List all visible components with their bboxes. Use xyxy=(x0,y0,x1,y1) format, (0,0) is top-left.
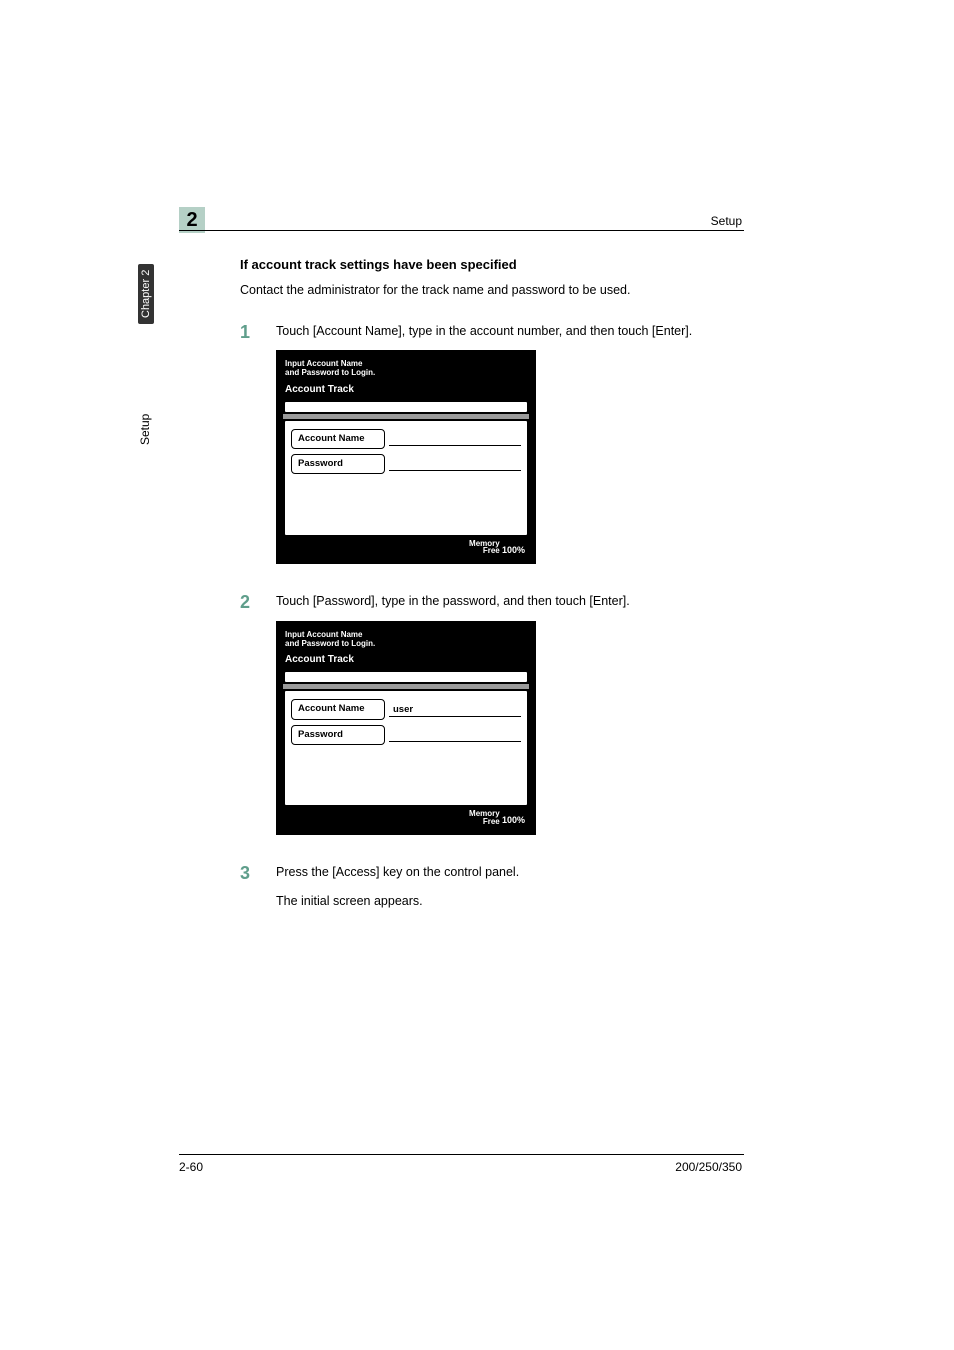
sidebar-setup-label: Setup xyxy=(138,414,152,445)
screen-divider xyxy=(283,414,529,419)
step-text: Touch [Password], type in the password, … xyxy=(276,592,742,611)
section-title: If account track settings have been spec… xyxy=(240,257,742,272)
screen-top-field xyxy=(283,670,529,684)
account-track-screen-2: Input Account Name and Password to Login… xyxy=(276,621,536,835)
sidebar-setup: Setup xyxy=(138,414,152,445)
screen-body: Account Name Password xyxy=(283,419,529,537)
password-button[interactable]: Password xyxy=(291,454,385,474)
screen-header-line2: and Password to Login. xyxy=(285,639,527,648)
screen-footer: Memory Free 100% xyxy=(283,807,529,828)
memory-percent: 100% xyxy=(502,545,525,555)
step-number: 3 xyxy=(240,863,276,921)
screen-footer: Memory Free 100% xyxy=(283,537,529,558)
screen-instruction: Input Account Name and Password to Login… xyxy=(283,628,529,652)
footer-rule xyxy=(179,1154,744,1155)
main-content: If account track settings have been spec… xyxy=(240,257,742,921)
screen-instruction: Input Account Name and Password to Login… xyxy=(283,357,529,381)
password-value xyxy=(389,457,521,471)
screen-title: Account Track xyxy=(283,382,529,400)
header-rule xyxy=(179,230,744,231)
step-2: 2 Touch [Password], type in the password… xyxy=(240,592,742,857)
step-number: 1 xyxy=(240,322,276,587)
sidebar-chapter: Chapter 2 xyxy=(138,264,154,330)
password-value xyxy=(389,728,521,742)
account-name-value: user xyxy=(389,703,521,717)
step-after-text: The initial screen appears. xyxy=(276,892,742,911)
account-name-value xyxy=(389,432,521,446)
step-text: Press the [Access] key on the control pa… xyxy=(276,863,742,882)
step-number: 2 xyxy=(240,592,276,857)
screen-body: Account Name user Password xyxy=(283,689,529,807)
free-label: Free xyxy=(483,817,500,826)
intro-paragraph: Contact the administrator for the track … xyxy=(240,282,742,300)
account-name-button[interactable]: Account Name xyxy=(291,699,385,719)
screen-top-field xyxy=(283,400,529,414)
password-button[interactable]: Password xyxy=(291,725,385,745)
screen-title: Account Track xyxy=(283,652,529,670)
account-name-button[interactable]: Account Name xyxy=(291,429,385,449)
step-text: Touch [Account Name], type in the accoun… xyxy=(276,322,742,341)
step-1: 1 Touch [Account Name], type in the acco… xyxy=(240,322,742,587)
screen-header-line1: Input Account Name xyxy=(285,630,527,639)
footer-page: 2-60 xyxy=(179,1160,203,1174)
step-3: 3 Press the [Access] key on the control … xyxy=(240,863,742,921)
header-label: Setup xyxy=(711,214,742,228)
screen-header-line1: Input Account Name xyxy=(285,359,527,368)
memory-percent: 100% xyxy=(502,816,525,826)
account-track-screen-1: Input Account Name and Password to Login… xyxy=(276,350,536,564)
sidebar-chapter-label: Chapter 2 xyxy=(138,264,154,324)
free-label: Free xyxy=(483,546,500,555)
screen-header-line2: and Password to Login. xyxy=(285,368,527,377)
footer-model: 200/250/350 xyxy=(675,1160,742,1174)
